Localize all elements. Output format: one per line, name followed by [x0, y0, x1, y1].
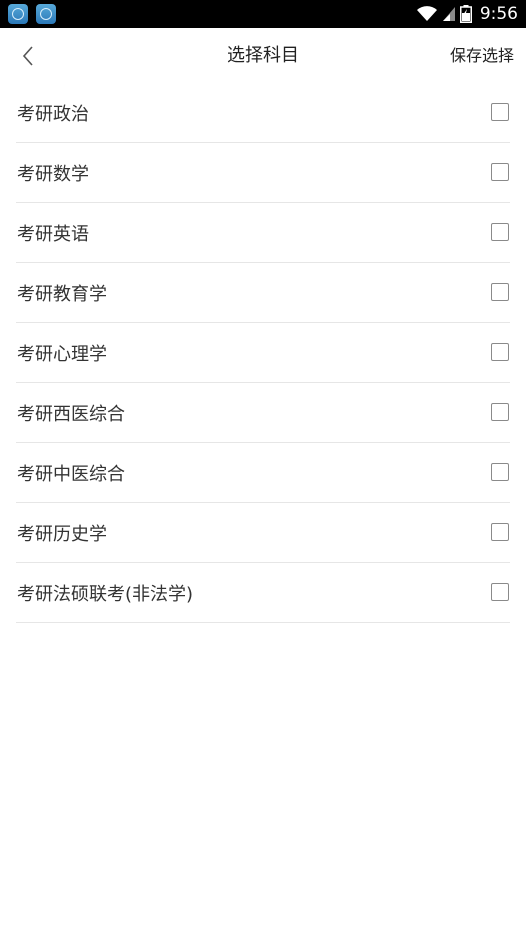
subject-label: 考研法硕联考(非法学)	[17, 583, 194, 605]
battery-charging-icon	[459, 5, 472, 23]
subject-checkbox[interactable]	[491, 522, 509, 541]
subject-checkbox[interactable]	[491, 342, 509, 361]
subject-label: 考研中医综合	[17, 463, 125, 485]
wifi-icon	[416, 6, 437, 21]
subject-label: 考研数学	[17, 163, 89, 185]
subject-label: 考研心理学	[17, 343, 107, 365]
signal-icon	[442, 7, 455, 21]
subject-label: 考研政治	[17, 103, 89, 125]
status-bar: 9:56	[0, 0, 526, 28]
subject-item-education[interactable]: 考研教育学	[16, 263, 510, 323]
subject-item-western-medicine[interactable]: 考研西医综合	[16, 383, 510, 443]
subject-item-history[interactable]: 考研历史学	[16, 503, 510, 563]
subject-item-math[interactable]: 考研数学	[16, 143, 510, 203]
subject-checkbox[interactable]	[491, 222, 509, 241]
header: 选择科目 保存选择	[0, 28, 526, 84]
subject-item-english[interactable]: 考研英语	[16, 203, 510, 263]
subject-item-chinese-medicine[interactable]: 考研中医综合	[16, 443, 510, 503]
subject-label: 考研英语	[17, 223, 89, 245]
page-title: 选择科目	[227, 45, 299, 66]
subject-checkbox[interactable]	[491, 282, 509, 301]
subject-label: 考研历史学	[17, 523, 107, 545]
subject-label: 考研西医综合	[17, 403, 125, 425]
app-notification-icon	[8, 4, 28, 24]
subject-label: 考研教育学	[17, 283, 107, 305]
subject-checkbox[interactable]	[491, 402, 509, 421]
status-indicators: 9:56	[416, 4, 518, 24]
subject-item-law-master[interactable]: 考研法硕联考(非法学)	[16, 563, 510, 623]
subject-checkbox[interactable]	[491, 582, 509, 601]
subject-checkbox[interactable]	[491, 462, 509, 481]
subject-checkbox[interactable]	[491, 102, 509, 121]
app-notification-icon	[36, 4, 56, 24]
subject-list: 考研政治 考研数学 考研英语 考研教育学 考研心理学 考研西医综合 考研中医综合…	[0, 83, 526, 623]
status-time: 9:56	[479, 4, 518, 24]
save-selection-button[interactable]: 保存选择	[450, 28, 514, 84]
subject-item-psychology[interactable]: 考研心理学	[16, 323, 510, 383]
subject-item-politics[interactable]: 考研政治	[16, 83, 510, 143]
subject-checkbox[interactable]	[491, 162, 509, 181]
